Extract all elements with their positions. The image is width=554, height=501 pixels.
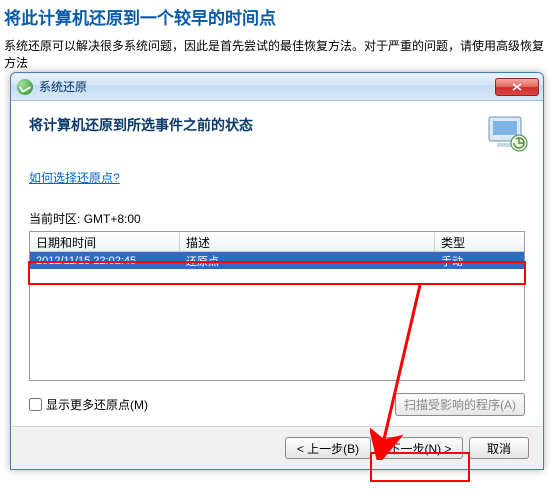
scan-affected-button[interactable]: 扫描受影响的程序(A)	[395, 393, 525, 416]
page-title: 将此计算机还原到一个较早的时间点	[4, 4, 550, 29]
cell-type: 手动	[435, 252, 524, 270]
system-restore-icon	[17, 79, 33, 95]
dialog-footer: < 上一步(B) 下一步(N) > 取消	[11, 426, 543, 469]
restore-points-table: 日期和时间 描述 类型 2012/11/15 22:02:45 还原点 手动	[29, 231, 525, 381]
restore-decor-icon	[481, 113, 529, 155]
column-type[interactable]: 类型	[435, 232, 524, 251]
titlebar[interactable]: 系统还原	[11, 73, 543, 101]
table-row[interactable]: 2012/11/15 22:02:45 还原点 手动	[30, 252, 524, 269]
show-more-checkbox[interactable]: 显示更多还原点(M)	[29, 396, 148, 413]
back-button[interactable]: < 上一步(B)	[285, 437, 371, 459]
timezone-value: GMT+8:00	[84, 212, 141, 226]
system-restore-dialog: 系统还原 将计算机还原到所选事件之前的状态 如何选择还原点? 当前时区: GMT…	[10, 72, 544, 470]
next-button[interactable]: 下一步(N) >	[377, 437, 463, 459]
cell-desc: 还原点	[180, 252, 435, 270]
timezone-label: 当前时区:	[29, 212, 80, 226]
dialog-title: 系统还原	[39, 78, 495, 95]
dialog-heading: 将计算机还原到所选事件之前的状态	[29, 115, 525, 135]
show-more-label: 显示更多还原点(M)	[46, 396, 148, 413]
column-desc[interactable]: 描述	[180, 232, 435, 251]
cancel-button[interactable]: 取消	[469, 437, 529, 459]
show-more-input[interactable]	[29, 398, 42, 411]
timezone-row: 当前时区: GMT+8:00	[29, 210, 525, 227]
page-description: 系统还原可以解决很多系统问题，因此是首先尝试的最佳恢复方法。对于严重的问题，请使…	[4, 37, 550, 71]
table-header: 日期和时间 描述 类型	[30, 232, 524, 252]
cell-date: 2012/11/15 22:02:45	[30, 254, 180, 268]
close-button[interactable]	[495, 78, 539, 96]
column-date[interactable]: 日期和时间	[30, 232, 180, 251]
close-icon	[512, 83, 522, 91]
help-link[interactable]: 如何选择还原点?	[29, 169, 120, 186]
